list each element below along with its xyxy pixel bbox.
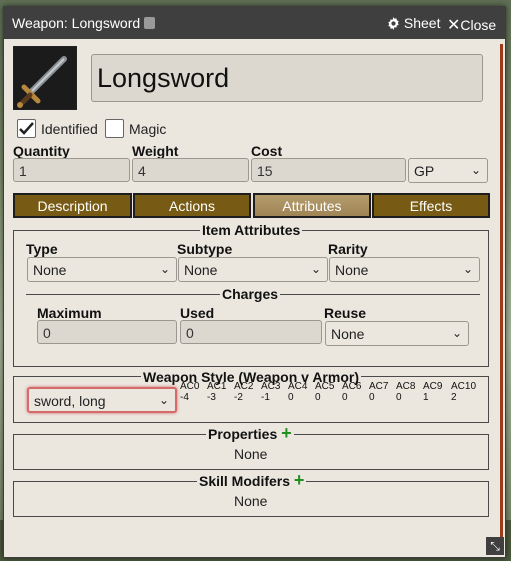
tab-attributes[interactable]: Attributes: [253, 193, 371, 218]
chevron-down-icon: ⌄: [158, 393, 169, 407]
add-property-icon[interactable]: +: [281, 423, 292, 443]
maximum-field[interactable]: 0: [37, 320, 177, 344]
tab-actions[interactable]: Actions: [133, 193, 251, 218]
ac-value: 0: [369, 392, 375, 403]
ac-value: -4: [180, 392, 189, 403]
close-label: Close: [460, 17, 497, 33]
ac-value: 0: [396, 392, 402, 403]
window-title: Weapon: Longsword: [12, 15, 156, 31]
ac-header: AC8: [396, 381, 416, 392]
rarity-select[interactable]: None ⌄: [329, 257, 480, 282]
quantity-label: Quantity: [13, 143, 70, 159]
ac-header: AC2: [234, 381, 254, 392]
ac-value: -3: [207, 392, 216, 403]
rarity-label: Rarity: [328, 241, 368, 257]
properties-header: Properties +: [206, 423, 294, 443]
close-icon: ✕: [447, 17, 461, 34]
sheet-button[interactable]: Sheet: [387, 15, 440, 31]
ac-value: 1: [423, 392, 429, 403]
properties-value: None: [234, 446, 268, 462]
rarity-value: None: [335, 262, 369, 278]
scrollbar[interactable]: [500, 44, 503, 542]
magic-label: Magic: [129, 121, 167, 137]
ac-header: AC0: [180, 381, 200, 392]
link-icon[interactable]: [144, 17, 156, 29]
resize-icon[interactable]: ⤡: [486, 537, 504, 555]
ac-header: AC9: [423, 381, 443, 392]
currency-select[interactable]: GP ⌄: [408, 158, 488, 183]
skill-modifiers-title: Skill Modifers: [199, 473, 291, 489]
identified-checkbox[interactable]: [17, 119, 36, 138]
reuse-label: Reuse: [324, 305, 367, 321]
ac-header: AC4: [288, 381, 308, 392]
ac-value: 0: [342, 392, 348, 403]
cost-field[interactable]: 15: [251, 158, 406, 182]
chevron-down-icon: ⌄: [470, 163, 481, 177]
cost-label: Cost: [251, 143, 283, 159]
item-portrait[interactable]: [13, 46, 77, 110]
ac-header: AC1: [207, 381, 227, 392]
maximum-label: Maximum: [37, 305, 102, 321]
ac-header: AC6: [342, 381, 362, 392]
tab-description[interactable]: Description: [13, 193, 132, 218]
gear-icon: [388, 17, 399, 30]
chevron-down-icon: ⌄: [462, 262, 473, 276]
tab-effects[interactable]: Effects: [372, 193, 490, 218]
item-content: Longsword Identified Magic Quantity 1 We…: [4, 39, 505, 557]
properties-title: Properties: [208, 426, 278, 442]
close-button[interactable]: ✕Close: [447, 15, 496, 35]
ac-value: -2: [234, 392, 243, 403]
skill-modifiers-value: None: [234, 493, 268, 509]
subtype-value: None: [184, 262, 218, 278]
weight-field[interactable]: 4: [132, 158, 249, 182]
subtype-label: Subtype: [177, 241, 233, 257]
reuse-value: None: [331, 326, 365, 342]
ac-value: 0: [315, 392, 321, 403]
chevron-down-icon: ⌄: [451, 326, 462, 340]
ac-header: AC3: [261, 381, 281, 392]
weight-label: Weight: [132, 143, 179, 159]
ac-value: -1: [261, 392, 270, 403]
sheet-label: Sheet: [403, 15, 441, 31]
chevron-down-icon: ⌄: [310, 262, 321, 276]
magic-checkbox[interactable]: [105, 119, 124, 138]
charges-title: Charges: [220, 286, 281, 302]
identified-label: Identified: [41, 121, 98, 137]
ac-header: AC7: [369, 381, 389, 392]
used-label: Used: [180, 305, 215, 321]
ac-header: AC5: [315, 381, 335, 392]
window-titlebar[interactable]: Weapon: Longsword Sheet ✕Close: [4, 7, 505, 39]
item-name-field[interactable]: Longsword: [91, 54, 483, 102]
used-field[interactable]: 0: [180, 320, 322, 344]
item-attributes-title: Item Attributes: [200, 222, 303, 238]
weapon-style-value: sword, long: [34, 393, 106, 409]
skill-modifiers-header: Skill Modifers +: [197, 470, 307, 490]
type-label: Type: [26, 241, 58, 257]
quantity-field[interactable]: 1: [13, 158, 130, 182]
ac-header: AC10: [451, 381, 477, 392]
ac-value: 0: [288, 392, 294, 403]
item-window: Weapon: Longsword Sheet ✕Close Longsword: [3, 6, 506, 558]
reuse-select[interactable]: None ⌄: [325, 321, 469, 346]
ac-value: 2: [451, 392, 457, 403]
longsword-icon: [17, 56, 67, 108]
weapon-style-select[interactable]: sword, long ⌄: [27, 387, 177, 413]
currency-value: GP: [414, 163, 435, 179]
add-skill-modifier-icon[interactable]: +: [294, 470, 305, 490]
type-value: None: [33, 262, 67, 278]
chevron-down-icon: ⌄: [159, 262, 170, 276]
subtype-select[interactable]: None ⌄: [178, 257, 328, 282]
type-select[interactable]: None ⌄: [27, 257, 177, 282]
checkmark-icon: [19, 122, 34, 135]
